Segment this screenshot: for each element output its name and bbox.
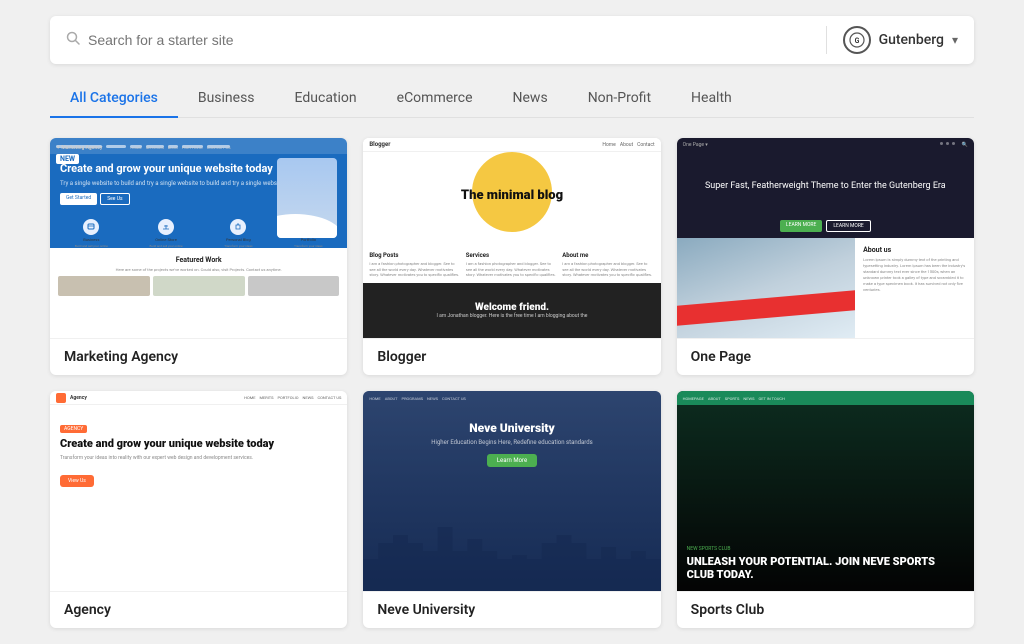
tab-nonprofit[interactable]: Non-Profit bbox=[568, 80, 671, 118]
featured-title: Featured Work bbox=[58, 256, 339, 264]
marketing-btn-secondary: See Us bbox=[100, 193, 129, 205]
template-name-agency: Agency bbox=[50, 591, 347, 628]
template-name-blogger: Blogger bbox=[363, 338, 660, 375]
gutenberg-arrow-icon: ▾ bbox=[952, 33, 958, 47]
template-preview-agency: Agency HOME MERITS PORTFOLIO NEWS CONTAC… bbox=[50, 391, 347, 591]
template-card-sports[interactable]: HOMEPAGE ABOUT SPORTS NEWS GET IN TOUCH … bbox=[677, 391, 974, 628]
marketing-btn-primary: Get Started bbox=[60, 193, 97, 205]
university-title: Neve University bbox=[469, 421, 555, 435]
gutenberg-selector[interactable]: G Gutenberg ▾ bbox=[826, 26, 958, 54]
blog-col-2: Services bbox=[466, 252, 558, 259]
template-preview-sports: HOMEPAGE ABOUT SPORTS NEWS GET IN TOUCH … bbox=[677, 391, 974, 591]
template-name-marketing: Marketing Agency bbox=[50, 338, 347, 375]
featured-sub: Here are some of the projects we've work… bbox=[58, 267, 339, 272]
blog-bottom-text: Welcome friend. bbox=[437, 302, 588, 313]
template-card-agency[interactable]: Agency HOME MERITS PORTFOLIO NEWS CONTAC… bbox=[50, 391, 347, 628]
agency-sub: Transform your ideas into reality with o… bbox=[60, 455, 337, 461]
about-text: Lorem Ipsum is simply dummy text of the … bbox=[863, 257, 966, 293]
onepage-btn1: LEARN MORE bbox=[780, 220, 822, 232]
search-input[interactable] bbox=[88, 32, 826, 48]
svg-text:G: G bbox=[854, 37, 859, 45]
sports-badge: NEW SPORTS CLUB bbox=[687, 546, 964, 552]
agency-badge: AGENCY bbox=[60, 425, 87, 433]
template-preview-one-page: One Page ▾ 🔍 Super Fast, Featherweight T… bbox=[677, 138, 974, 338]
template-card-blogger[interactable]: Blogger Home About Contact The minimal b… bbox=[363, 138, 660, 375]
template-name-one-page: One Page bbox=[677, 338, 974, 375]
template-name-university: Neve University bbox=[363, 591, 660, 628]
template-name-sports: Sports Club bbox=[677, 591, 974, 628]
tab-health[interactable]: Health bbox=[671, 80, 752, 118]
gutenberg-label: Gutenberg bbox=[879, 32, 944, 48]
template-preview-blogger: Blogger Home About Contact The minimal b… bbox=[363, 138, 660, 338]
search-icon bbox=[66, 31, 80, 49]
tab-all-categories[interactable]: All Categories bbox=[50, 80, 178, 118]
search-bar: G Gutenberg ▾ bbox=[50, 16, 974, 64]
blogger-hero-title: The minimal blog bbox=[373, 188, 650, 204]
blog-bottom-sub: I am Jonathan blogger. Here is the free … bbox=[437, 313, 588, 319]
agency-btn: View Us bbox=[60, 475, 94, 487]
template-card-one-page[interactable]: One Page ▾ 🔍 Super Fast, Featherweight T… bbox=[677, 138, 974, 375]
template-preview-marketing: ✦ Marketing Agency HOME SERVICES BLOG PO… bbox=[50, 138, 347, 338]
agency-title: Create and grow your unique website toda… bbox=[60, 437, 337, 451]
tab-business[interactable]: Business bbox=[178, 80, 275, 118]
university-sub: Higher Education Begins Here, Redefine e… bbox=[431, 439, 593, 446]
main-container: G Gutenberg ▾ All Categories Business Ed… bbox=[0, 0, 1024, 644]
tab-ecommerce[interactable]: eCommerce bbox=[377, 80, 493, 118]
blog-col-1: Blog Posts bbox=[369, 252, 461, 259]
gutenberg-logo: G bbox=[843, 26, 871, 54]
templates-grid: ✦ Marketing Agency HOME SERVICES BLOG PO… bbox=[50, 138, 974, 628]
template-card-university[interactable]: HOME ABOUT PROGRAMS NEWS CONTACT US Neve… bbox=[363, 391, 660, 628]
search-left bbox=[66, 31, 826, 49]
onepage-btn2: LEARN MORE bbox=[826, 220, 870, 232]
sports-title: UNLEASH YOUR POTENTIAL. JOIN NEVE SPORTS… bbox=[687, 555, 964, 581]
template-preview-university: HOME ABOUT PROGRAMS NEWS CONTACT US Neve… bbox=[363, 391, 660, 591]
about-title: About us bbox=[863, 246, 966, 254]
new-badge: NEW bbox=[56, 154, 79, 164]
tab-education[interactable]: Education bbox=[275, 80, 377, 118]
template-card-marketing-agency[interactable]: ✦ Marketing Agency HOME SERVICES BLOG PO… bbox=[50, 138, 347, 375]
onepage-hero-title: Super Fast, Featherweight Theme to Enter… bbox=[705, 180, 946, 193]
university-btn: Learn More bbox=[487, 454, 537, 467]
tab-news[interactable]: News bbox=[493, 80, 568, 118]
blog-col-3: About me bbox=[562, 252, 654, 259]
category-tabs: All Categories Business Education eComme… bbox=[50, 80, 974, 118]
